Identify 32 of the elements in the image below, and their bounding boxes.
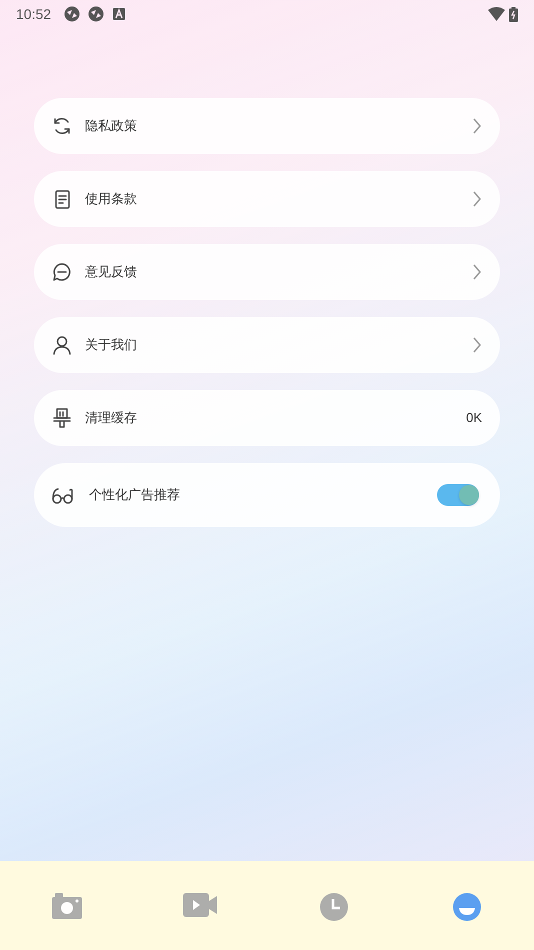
status-keyboard-icon [113,8,126,20]
wifi-icon [488,7,505,21]
cache-size: 0K [466,409,482,428]
chat-bubble-icon [52,262,73,282]
clock-icon[interactable] [320,893,348,921]
item-label: 意见反馈 [85,263,138,282]
settings-item[interactable]: 使用条款 [34,171,500,227]
chevron-right-icon [472,337,482,353]
settings-item[interactable]: 意见反馈 [34,244,500,300]
settings-item[interactable]: 关于我们 [34,317,500,373]
item-label: 关于我们 [85,336,138,354]
camera-icon[interactable] [52,893,82,919]
person-icon [52,334,73,356]
item-label: 隐私政策 [85,117,138,136]
profile-icon[interactable] [453,893,482,921]
refresh-icon [52,116,73,136]
settings-item[interactable]: 个性化广告推荐 [34,463,500,527]
status-time: 10:52 [16,4,52,24]
brush-icon [52,408,73,428]
item-label: 清理缓存 [85,409,138,428]
battery-icon [509,6,518,22]
chevron-right-icon [472,191,482,207]
chevron-right-icon [472,264,482,280]
toggle-switch[interactable] [437,484,479,506]
settings-item[interactable]: 清理缓存 0K [34,390,500,446]
status-app-icon [88,6,104,22]
settings-item[interactable]: 隐私政策 [34,98,500,154]
video-camera-icon[interactable] [183,893,218,917]
status-app-icon [64,6,80,22]
item-label: 个性化广告推荐 [89,486,181,504]
item-label: 使用条款 [85,190,138,208]
chevron-right-icon [472,118,482,134]
